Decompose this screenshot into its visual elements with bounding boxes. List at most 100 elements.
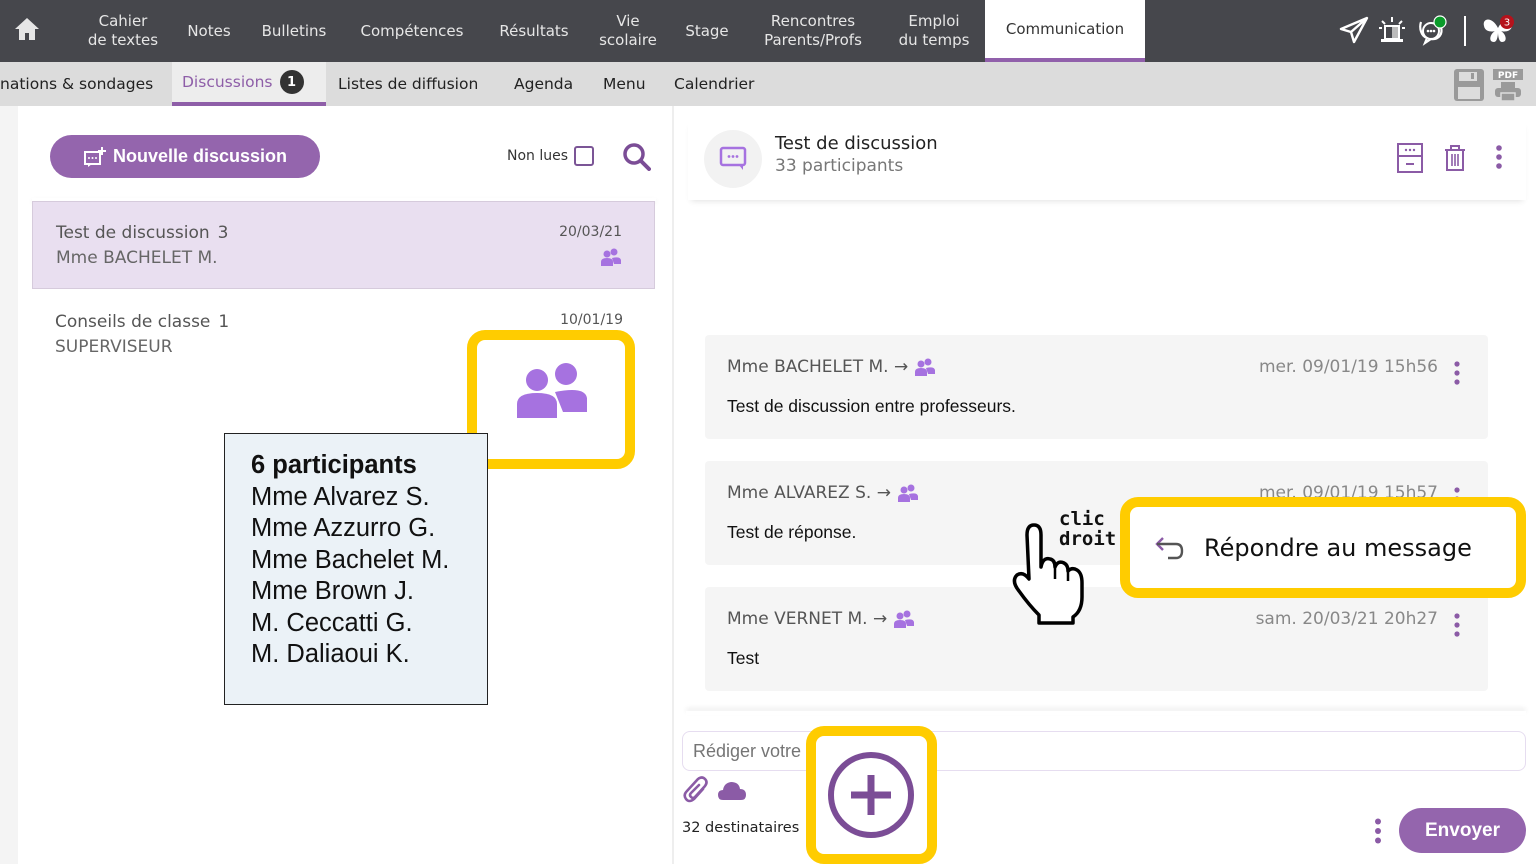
new-discussion-button[interactable]: Nouvelle discussion (50, 135, 320, 178)
cloud-icon[interactable] (717, 778, 747, 802)
search-icon[interactable] (621, 141, 651, 171)
message-header: Mme BACHELET M. → (727, 357, 936, 377)
tooltip-header: 6 participants (251, 451, 417, 479)
participant-name: Mme Azzurro G. (251, 514, 436, 542)
hint-line1: clic (1059, 508, 1105, 530)
discussion-avatar (704, 130, 762, 188)
notification-count: 3 (1504, 18, 1510, 29)
unread-filter-label: Non lues (507, 148, 569, 164)
reply-to-message-menu-item[interactable]: Répondre au message (1142, 519, 1504, 576)
send-icon[interactable] (1338, 14, 1370, 46)
nav-bulletins[interactable]: Bulletins (250, 0, 338, 62)
conversation-title-row: Test de discussion 3 (56, 223, 228, 243)
archive-icon[interactable] (1395, 142, 1425, 174)
message-date: sam. 20/03/21 20h27 (1255, 609, 1438, 629)
nav-emploi-du-temps[interactable]: Emploi du temps (886, 0, 982, 62)
print-pdf-icon[interactable]: PDF (1492, 68, 1524, 102)
conversation-date: 20/03/21 (559, 224, 622, 240)
hint-line2: droit (1059, 528, 1115, 550)
chat-header: Test de discussion 33 participants (688, 120, 1526, 200)
tab-discussions[interactable]: Discussions 1 (172, 62, 326, 106)
conversation-title: Conseils de classe (55, 312, 211, 332)
more-options-icon[interactable] (1494, 142, 1504, 174)
unread-filter[interactable]: Non lues (507, 146, 595, 166)
message-header: Mme VERNET M. → (727, 609, 915, 629)
conversation-date: 10/01/19 (560, 312, 623, 328)
group-icon-callout (467, 330, 635, 469)
message-sender: Mme ALVAREZ S. → (727, 483, 891, 503)
nav-cahier-de-textes[interactable]: Cahier de textes (72, 0, 174, 62)
group-icon-large[interactable] (515, 360, 591, 420)
tab-calendrier[interactable]: Calendrier (674, 62, 754, 106)
butterfly-icon[interactable]: 3 (1480, 14, 1516, 46)
top-navigation: Cahier de textes Notes Bulletins Compéte… (0, 0, 1536, 62)
group-icon[interactable] (897, 484, 919, 502)
pointer-hand-icon: clic droit (1012, 508, 1116, 625)
participant-name: M. Daliaoui K. (251, 640, 410, 668)
conversation-title: Test de discussion (56, 223, 210, 243)
separator (1464, 16, 1466, 46)
nav-vie-scolaire[interactable]: Vie scolaire (586, 0, 670, 62)
right-click-hint: clic droit (1005, 505, 1116, 625)
chat-status-icon[interactable] (1415, 14, 1447, 46)
alert-beacon-icon[interactable] (1376, 14, 1408, 46)
nav-resultats[interactable]: Résultats (486, 0, 582, 62)
message-options-icon[interactable] (1454, 361, 1460, 385)
nav-communication[interactable]: Communication (985, 0, 1145, 62)
trash-icon[interactable] (1443, 142, 1467, 174)
message-body: Test de discussion entre professeurs. (727, 396, 1016, 416)
conversation-item[interactable]: Test de discussion 3 Mme BACHELET M. 20/0… (32, 201, 655, 289)
reply-arrow-icon (1155, 536, 1184, 559)
participant-name: M. Ceccatti G. (251, 608, 413, 637)
message-header: Mme ALVAREZ S. → (727, 483, 919, 503)
add-circle-icon[interactable] (827, 747, 916, 843)
conversation-author: SUPERVISEUR (55, 337, 173, 357)
sub-navigation: nations & sondages Discussions 1 Listes … (0, 62, 1536, 106)
compose-shadow (686, 711, 1526, 715)
tab-informations-sondages[interactable]: nations & sondages (0, 62, 153, 106)
chat-title: Test de discussion (775, 133, 938, 154)
nav-notes[interactable]: Notes (176, 0, 242, 62)
new-chat-icon (83, 146, 106, 167)
tab-discussions-label: Discussions (182, 73, 273, 91)
participants-tooltip: 6 participants Mme Alvarez S. Mme Azzurr… (224, 433, 488, 705)
message-options-icon[interactable] (1454, 613, 1460, 637)
home-icon[interactable] (12, 14, 42, 44)
pdf-label: PDF (1498, 71, 1518, 81)
chat-bubble-icon (719, 146, 747, 170)
message-body: Test (727, 648, 760, 668)
nav-competences[interactable]: Compétences (346, 0, 478, 62)
save-icon[interactable] (1453, 68, 1485, 102)
message[interactable]: Mme BACHELET M. → mer. 09/01/19 15h56 Te… (705, 335, 1488, 439)
group-icon (601, 248, 621, 266)
conversation-title-row: Conseils de classe 1 (55, 312, 229, 332)
group-icon[interactable] (914, 358, 936, 376)
reply-label: Répondre au message (1204, 533, 1472, 562)
nav-stage[interactable]: Stage (674, 0, 740, 62)
conversation-count: 3 (217, 223, 229, 243)
chat-participants[interactable]: 33 participants (775, 156, 903, 176)
tab-menu[interactable]: Menu (603, 62, 646, 106)
participant-name: Mme Bachelet M. (251, 545, 450, 574)
compose-options-icon[interactable] (1374, 818, 1382, 844)
message-body: Test de réponse. (727, 522, 857, 542)
unread-checkbox[interactable] (574, 146, 595, 166)
message-date: mer. 09/01/19 15h56 (1258, 357, 1438, 377)
add-recipient-callout (806, 726, 937, 864)
group-icon[interactable] (893, 610, 915, 628)
conversation-author: Mme BACHELET M. (56, 248, 218, 268)
participant-name: Mme Brown J. (251, 577, 414, 605)
new-discussion-label: Nouvelle discussion (112, 146, 288, 166)
send-button[interactable]: Envoyer (1399, 808, 1526, 853)
unread-badge: 1 (279, 70, 304, 94)
tab-agenda[interactable]: Agenda (514, 62, 573, 106)
recipients-count[interactable]: 32 destinataires (682, 820, 799, 836)
participant-name: Mme Alvarez S. (251, 482, 430, 511)
nav-rencontres[interactable]: Rencontres Parents/Profs (746, 0, 880, 62)
conversation-count: 1 (218, 312, 230, 332)
left-rail (0, 106, 18, 864)
tab-listes-de-diffusion[interactable]: Listes de diffusion (338, 62, 478, 106)
attachment-icon[interactable] (683, 775, 709, 805)
message-sender: Mme VERNET M. → (727, 609, 888, 629)
message-sender: Mme BACHELET M. → (727, 357, 909, 377)
